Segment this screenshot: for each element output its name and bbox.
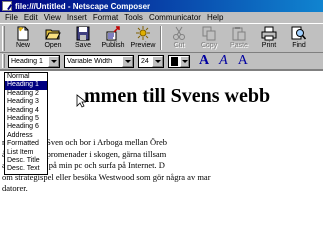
menu-edit[interactable]: Edit <box>21 13 41 22</box>
publish-icon <box>106 26 120 41</box>
italic-button[interactable]: A <box>219 53 228 69</box>
publish-button[interactable]: Publish <box>98 24 128 52</box>
paragraph-line: år ofta långa promenader i skogen, gärna… <box>2 148 167 159</box>
paragraph-style-select[interactable]: Heading 1 <box>8 54 60 68</box>
menu-tools[interactable]: Tools <box>121 13 146 22</box>
open-folder-icon <box>45 29 61 40</box>
open-label: Open <box>44 42 62 49</box>
style-option[interactable]: Desc. Title <box>5 157 47 165</box>
style-option[interactable]: Heading 3 <box>5 98 47 106</box>
text-color-swatch <box>171 56 178 66</box>
print-icon <box>261 26 277 41</box>
mouse-pointer-icon <box>76 94 86 108</box>
style-option[interactable]: Formatted <box>5 140 47 148</box>
preview-button[interactable]: Preview <box>128 24 158 52</box>
save-button[interactable]: Save <box>68 24 98 52</box>
document-heading: mmen till Svens webb <box>84 85 271 107</box>
style-option[interactable]: List Item <box>5 149 47 157</box>
print-label: Print <box>261 42 277 49</box>
paragraph-line: datorer. <box>2 183 28 193</box>
preview-icon <box>136 26 150 40</box>
cut-icon <box>173 26 185 40</box>
copy-button[interactable]: Copy <box>194 24 224 52</box>
document-editor[interactable]: mmen till Svens webb re! Jag heter Sven … <box>0 70 323 247</box>
find-button[interactable]: Find <box>284 24 314 52</box>
new-button[interactable]: New <box>8 24 38 52</box>
style-option[interactable]: Desc. Text <box>5 165 47 173</box>
paragraph-line: re! Jag heter Sven och bor i Arboga mell… <box>2 137 167 147</box>
menu-format[interactable]: Format <box>90 13 121 22</box>
window-title: file:///Untitled - Netscape Composer <box>15 1 151 11</box>
paste-label: Paste <box>230 42 248 49</box>
formatting-toolbar: Heading 1 Variable Width 24 A A A <box>0 53 323 70</box>
save-disk-icon <box>76 26 90 41</box>
chevron-down-icon[interactable] <box>152 55 163 67</box>
composition-toolbar: New Open Save Publish Preview Cut Copy P… <box>0 23 323 53</box>
print-button[interactable]: Print <box>254 24 284 52</box>
paste-icon <box>232 27 246 41</box>
menu-bar: File Edit View Insert Format Tools Commu… <box>0 12 323 23</box>
window-titlebar[interactable]: file:///Untitled - Netscape Composer <box>0 0 323 12</box>
composer-app-icon <box>2 1 12 11</box>
underline-button[interactable]: A <box>238 53 248 69</box>
text-color-select[interactable] <box>168 54 190 68</box>
paragraph-style-value: Heading 1 <box>11 57 43 65</box>
font-size-select[interactable]: 24 <box>138 54 164 68</box>
style-option[interactable]: Heading 1 <box>5 81 47 90</box>
style-option[interactable]: Heading 4 <box>5 107 47 115</box>
open-button[interactable]: Open <box>38 24 68 52</box>
paragraph-line: a strategispel på min pc och surfa på In… <box>2 160 165 170</box>
menu-file[interactable]: File <box>2 13 21 22</box>
preview-label: Preview <box>130 42 156 49</box>
formatbar-grip[interactable] <box>2 54 5 68</box>
chevron-down-icon[interactable] <box>48 55 59 67</box>
style-option[interactable]: Address <box>5 132 47 140</box>
cut-button[interactable]: Cut <box>164 24 194 52</box>
publish-label: Publish <box>101 42 125 49</box>
chevron-down-icon[interactable] <box>180 55 189 67</box>
toolbar-grip[interactable] <box>2 26 5 51</box>
style-option[interactable]: Heading 5 <box>5 115 47 123</box>
font-value: Variable Width <box>67 57 113 65</box>
style-option[interactable]: Heading 6 <box>5 123 47 131</box>
paragraph-line: om strategispel eller besöka Westwood so… <box>2 171 211 182</box>
menu-view[interactable]: View <box>41 13 64 22</box>
chevron-down-icon[interactable] <box>122 55 133 67</box>
cut-label: Cut <box>173 42 185 49</box>
style-option[interactable]: Normal <box>5 73 47 81</box>
save-label: Save <box>75 42 91 49</box>
menu-insert[interactable]: Insert <box>64 13 90 22</box>
document-paragraph: re! Jag heter Sven och bor i Arboga mell… <box>2 137 323 195</box>
copy-label: Copy <box>200 42 218 49</box>
font-select[interactable]: Variable Width <box>64 54 134 68</box>
font-size-value: 24 <box>141 57 149 65</box>
new-document-icon <box>17 26 29 41</box>
bold-button[interactable]: A <box>199 53 209 69</box>
find-label: Find <box>292 42 306 49</box>
menu-communicator[interactable]: Communicator <box>146 13 204 22</box>
paste-button[interactable]: Paste <box>224 24 254 52</box>
menu-help[interactable]: Help <box>204 13 226 22</box>
find-icon <box>291 26 307 40</box>
style-option[interactable]: Heading 2 <box>5 90 47 98</box>
new-label: New <box>15 42 30 49</box>
toolbar-separator <box>160 26 162 50</box>
copy-icon <box>202 26 216 41</box>
paragraph-style-dropdown-list: Normal Heading 1 Heading 2 Heading 3 Hea… <box>4 72 48 175</box>
